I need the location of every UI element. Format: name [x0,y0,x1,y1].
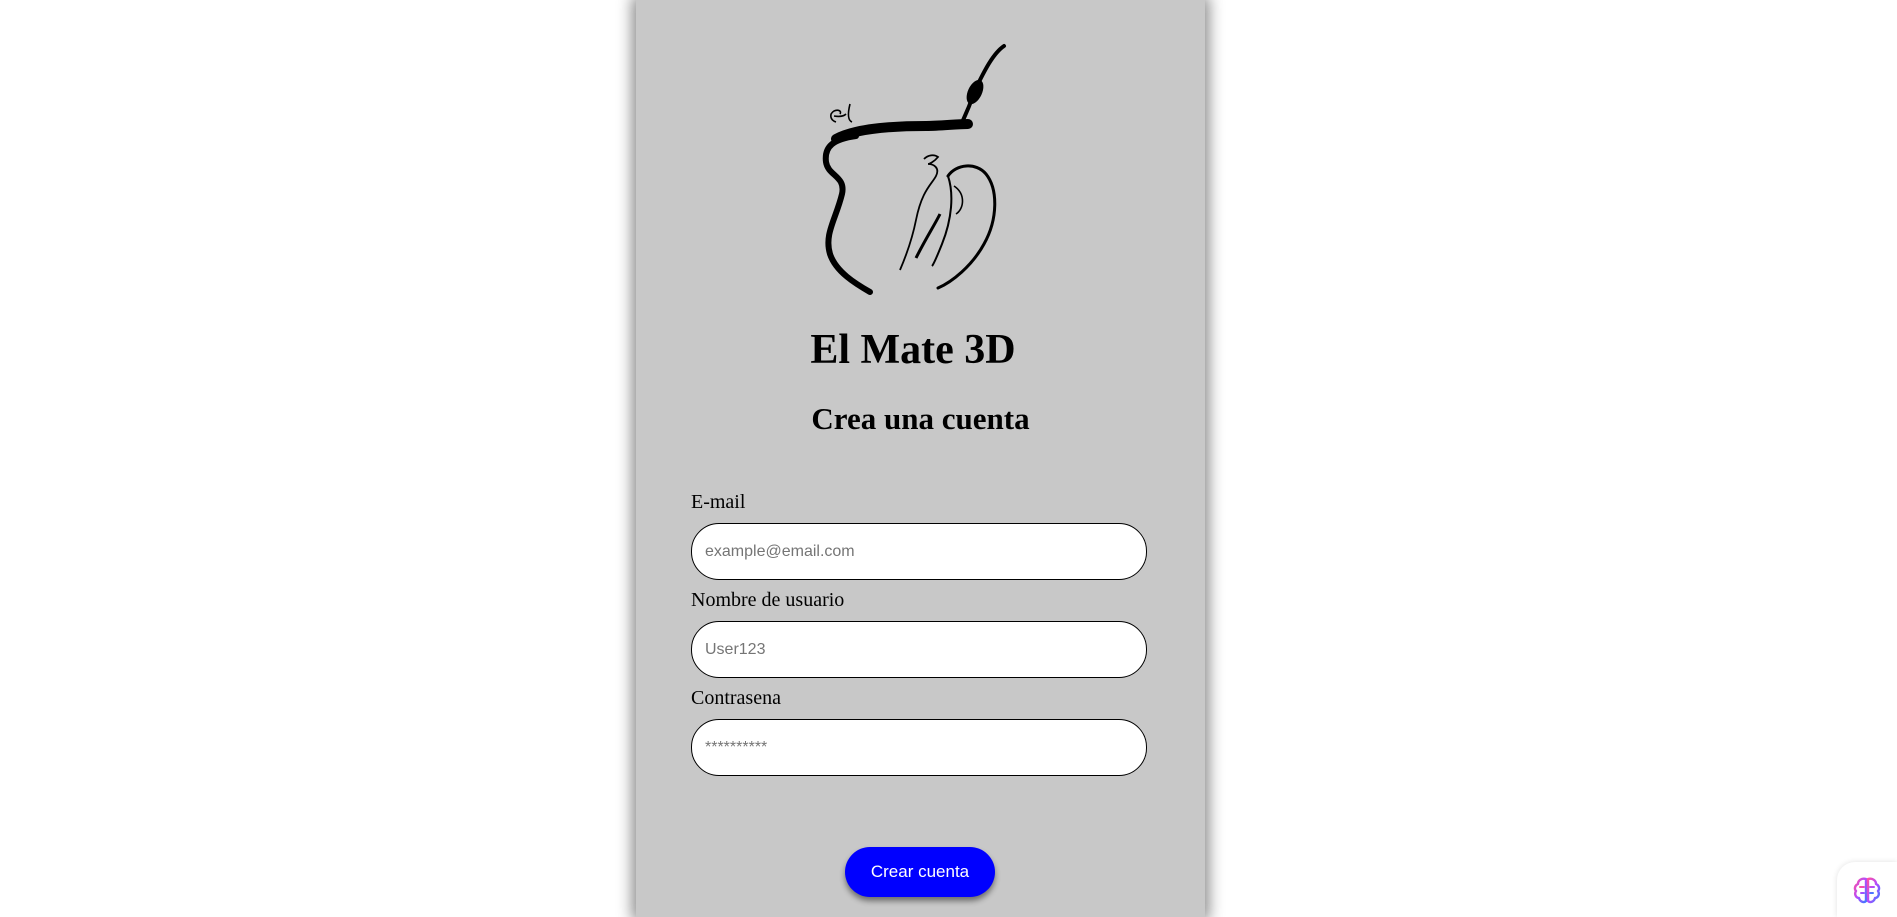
email-label: E-mail [691,491,746,513]
username-field[interactable] [691,621,1147,678]
password-label: Contrasena [691,687,781,709]
create-account-button[interactable]: Crear cuenta [845,847,995,897]
password-field[interactable] [691,719,1147,776]
email-field[interactable] [691,523,1147,580]
app-title: El Mate 3D [810,327,1016,373]
username-label: Nombre de usuario [691,589,845,611]
mate-cup-logo-icon [816,44,1016,304]
signup-card: El Mate 3D Crea una cuenta E-mail Nombre… [636,0,1205,917]
brain-icon [1853,877,1881,904]
assistant-widget[interactable] [1837,862,1897,917]
page: El Mate 3D Crea una cuenta E-mail Nombre… [0,0,1897,917]
form-heading: Crea una cuenta [811,401,1030,436]
